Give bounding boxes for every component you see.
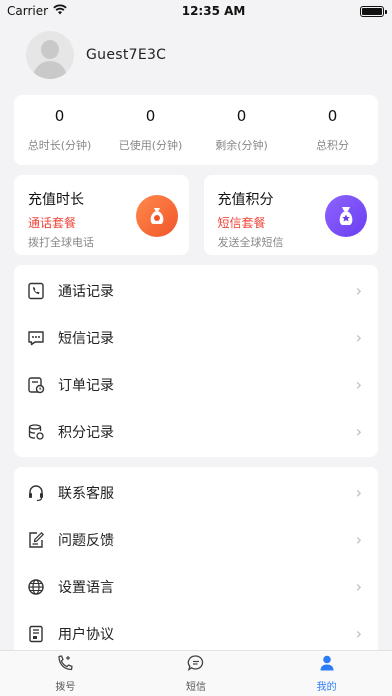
tab-dial[interactable]: 拨号 (0, 651, 131, 696)
points-record-icon (26, 422, 46, 442)
carrier-label: Carrier (7, 4, 49, 18)
dial-icon (56, 654, 74, 676)
avatar[interactable] (26, 31, 74, 79)
tab-label: 拨号 (55, 682, 76, 693)
user-icon (318, 654, 336, 676)
recharge-desc: 发送全球短信 (217, 236, 284, 249)
menu-points-records[interactable]: 积分记录 › (14, 408, 378, 455)
chevron-right-icon: › (355, 483, 362, 502)
menu-label: 问题反馈 (58, 532, 114, 549)
menu-label: 设置语言 (58, 579, 114, 596)
globe-icon (26, 577, 46, 597)
chevron-right-icon: › (355, 530, 362, 549)
menu-label: 联系客服 (58, 485, 114, 502)
menu-sms-records[interactable]: 短信记录 › (14, 314, 378, 361)
menu-label: 通话记录 (58, 283, 114, 300)
recharge-minutes-card[interactable]: 充值时长 通话套餐 拨打全球电话 (14, 175, 189, 255)
battery-icon (360, 5, 387, 17)
chevron-right-icon: › (355, 422, 362, 441)
status-bar: Carrier 12:35 AM (0, 0, 392, 22)
stat-label: 已使用(分钟) (118, 139, 183, 152)
wifi-icon (53, 4, 67, 18)
menu-order-records[interactable]: 订单记录 › (14, 361, 378, 408)
stat-value: 0 (327, 107, 338, 125)
tab-label: 我的 (316, 682, 337, 693)
chevron-right-icon: › (355, 328, 362, 347)
money-bag-icon (135, 195, 178, 237)
stat-label: 总时长(分钟) (27, 139, 92, 152)
chevron-right-icon: › (355, 281, 362, 300)
chevron-right-icon: › (355, 577, 362, 596)
profile-header[interactable]: Guest7E3C (0, 22, 392, 88)
tab-label: 短信 (186, 682, 206, 693)
stat-remaining-minutes: 0 剩余(分钟) (196, 95, 287, 165)
menu-language[interactable]: 设置语言 › (14, 563, 378, 610)
stat-value: 0 (54, 107, 65, 125)
sms-record-icon (26, 328, 46, 348)
recharge-desc: 拨打全球电话 (28, 236, 94, 249)
chevron-right-icon: › (355, 375, 362, 394)
status-time: 12:35 AM (181, 4, 246, 18)
menu-feedback[interactable]: 问题反馈 › (14, 516, 378, 563)
stat-label: 总积分 (316, 139, 349, 152)
support-menu: 联系客服 › 问题反馈 › 设置语言 › 用户协议 › (14, 467, 378, 659)
document-icon (26, 624, 46, 644)
menu-contact-support[interactable]: 联系客服 › (14, 469, 378, 516)
menu-label: 用户协议 (58, 626, 114, 643)
records-menu: 通话记录 › 短信记录 › 订单记录 › 积分记录 › (14, 265, 378, 457)
order-record-icon (26, 375, 46, 395)
tab-bar: 拨号 短信 我的 (0, 650, 392, 696)
menu-label: 短信记录 (58, 330, 114, 347)
menu-label: 订单记录 (58, 377, 114, 394)
menu-label: 积分记录 (58, 424, 114, 441)
username: Guest7E3C (86, 47, 167, 63)
feedback-icon (26, 530, 46, 550)
stat-total-minutes: 0 总时长(分钟) (14, 95, 105, 165)
chevron-right-icon: › (355, 624, 362, 643)
stat-value: 0 (236, 107, 247, 125)
status-left: Carrier (7, 4, 67, 18)
stat-used-minutes: 0 已使用(分钟) (105, 95, 196, 165)
call-record-icon (26, 281, 46, 301)
stat-total-points: 0 总积分 (287, 95, 378, 165)
recharge-row: 充值时长 通话套餐 拨打全球电话 充值积分 短信套餐 发送全球短信 (14, 175, 378, 255)
message-icon (187, 654, 205, 676)
headset-icon (26, 483, 46, 503)
points-bag-icon (325, 195, 367, 237)
tab-message[interactable]: 短信 (131, 651, 262, 696)
menu-call-records[interactable]: 通话记录 › (14, 267, 378, 314)
stat-label: 剩余(分钟) (215, 139, 268, 152)
stats-card: 0 总时长(分钟) 0 已使用(分钟) 0 剩余(分钟) 0 总积分 (14, 95, 378, 165)
stat-value: 0 (145, 107, 156, 125)
recharge-points-card[interactable]: 充值积分 短信套餐 发送全球短信 (203, 175, 378, 255)
tab-mine[interactable]: 我的 (261, 651, 392, 696)
